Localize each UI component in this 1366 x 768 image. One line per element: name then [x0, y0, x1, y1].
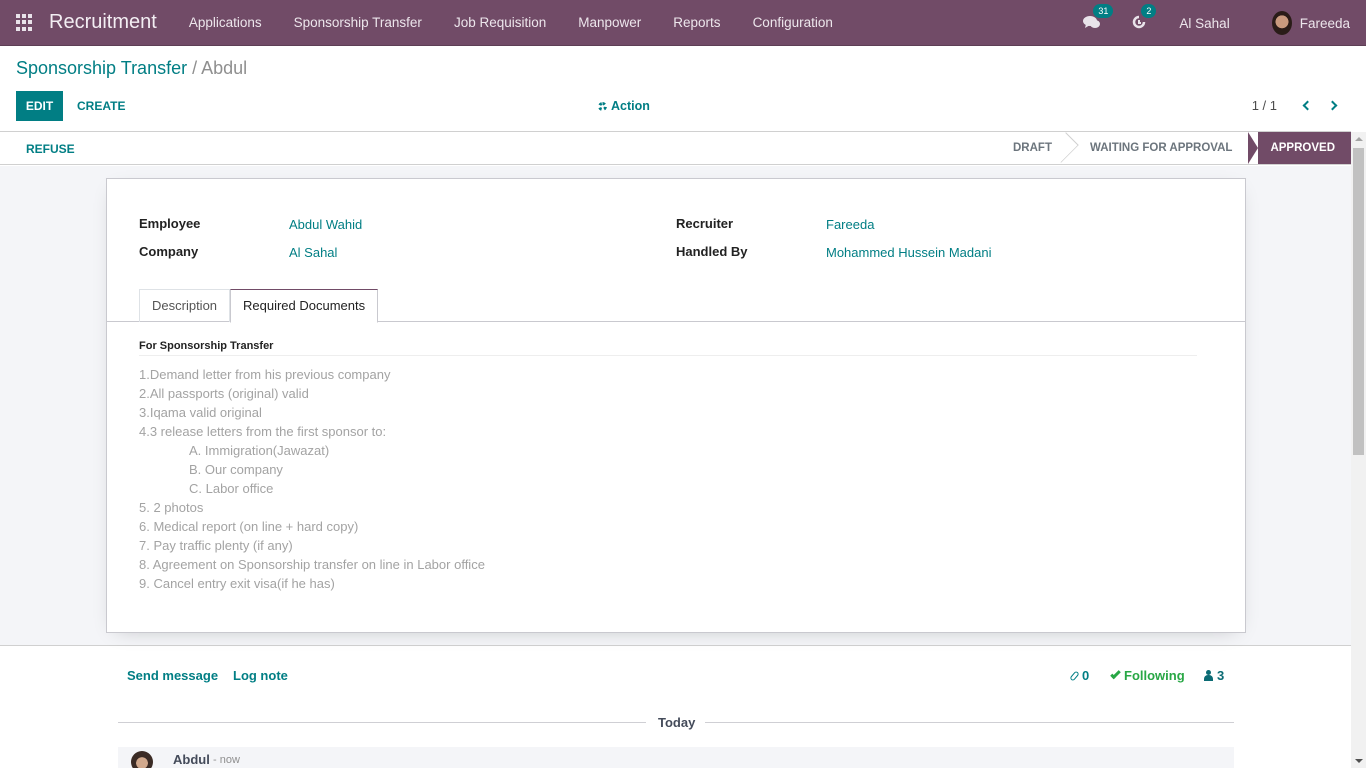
scrollbar-thumb[interactable] — [1353, 148, 1364, 455]
recruiter-field[interactable]: Fareeda — [826, 217, 874, 232]
paperclip-icon — [1069, 670, 1080, 681]
message-item: Abdul - now — [118, 747, 1234, 768]
followers-count: 3 — [1217, 668, 1225, 683]
pager-previous-button[interactable] — [1300, 96, 1314, 114]
document-item: 1.Demand letter from his previous compan… — [139, 367, 391, 382]
chevron-left-icon — [1302, 100, 1313, 111]
handled-by-label: Handled By — [676, 244, 748, 259]
attachments-button[interactable]: 0 — [1069, 668, 1090, 683]
document-item: 6. Medical report (on line + hard copy) — [139, 519, 359, 534]
user-name: Fareeda — [1299, 15, 1350, 31]
breadcrumb-separator: / — [192, 58, 198, 78]
user-avatar — [1271, 11, 1292, 35]
company-label: Company — [139, 244, 199, 259]
refuse-button[interactable]: REFUSE — [26, 142, 75, 156]
company-switcher[interactable]: Al Sahal — [1179, 16, 1229, 31]
scroll-up-arrow-icon[interactable] — [1355, 137, 1363, 141]
document-item: 4.3 release letters from the first spons… — [139, 424, 387, 439]
message-author-avatar[interactable] — [131, 751, 153, 768]
menu-job-requisition[interactable]: Job Requisition — [438, 0, 562, 46]
messages-count-badge: 31 — [1093, 4, 1114, 18]
navbar-systray: 31 2 Al Sahal Fareeda — [1083, 0, 1366, 46]
date-divider-left — [118, 722, 646, 723]
stage-waiting-for-approval[interactable]: WAITING FOR APPROVAL — [1068, 132, 1248, 164]
tab-required-documents[interactable]: Required Documents — [230, 289, 379, 323]
date-divider-right — [705, 722, 1234, 723]
recruiter-label: Recruiter — [676, 216, 734, 231]
messaging-button[interactable]: 31 — [1083, 4, 1114, 32]
company-field[interactable]: Al Sahal — [289, 245, 337, 260]
vertical-scrollbar[interactable] — [1351, 132, 1366, 768]
document-subitem: A. Immigration(Jawazat) — [189, 443, 330, 458]
send-message-button[interactable]: Send message — [127, 668, 218, 683]
attachments-count: 0 — [1082, 668, 1090, 683]
breadcrumb-current: Abdul — [201, 58, 248, 78]
stage-approved[interactable]: APPROVED — [1248, 132, 1351, 164]
user-menu[interactable]: Fareeda — [1271, 11, 1350, 35]
document-item: 8. Agreement on Sponsorship transfer on … — [139, 557, 485, 572]
activities-count-badge: 2 — [1141, 4, 1157, 18]
tab-description[interactable]: Description — [139, 289, 231, 322]
document-subitem: B. Our company — [189, 462, 283, 477]
document-item: 2.All passports (original) valid — [139, 386, 309, 401]
document-item: 5. 2 photos — [139, 500, 204, 515]
top-navbar: Recruitment Applications Sponsorship Tra… — [0, 0, 1366, 46]
edit-button[interactable]: EDIT — [16, 91, 63, 121]
date-separator: Today — [658, 715, 696, 730]
create-button[interactable]: CREATE — [77, 91, 125, 121]
app-name[interactable]: Recruitment — [49, 11, 157, 34]
pager-value[interactable]: 1 / 1 — [1252, 98, 1277, 113]
stage-pipeline: DRAFT WAITING FOR APPROVAL APPROVED — [997, 132, 1351, 164]
document-item: 7. Pay traffic plenty (if any) — [139, 538, 293, 553]
breadcrumb: Sponsorship Transfer / Abdul — [16, 58, 247, 79]
document-subitem: C. Labor office — [189, 481, 274, 496]
check-icon — [1110, 668, 1121, 680]
menu-manpower[interactable]: Manpower — [562, 0, 657, 46]
documents-list: 1.Demand letter from his previous compan… — [139, 365, 485, 593]
documents-title: For Sponsorship Transfer — [139, 340, 274, 352]
employee-field[interactable]: Abdul Wahid — [289, 217, 362, 232]
menu-sponsorship-transfer[interactable]: Sponsorship Transfer — [278, 0, 438, 46]
following-button[interactable]: Following — [1110, 668, 1185, 683]
employee-label: Employee — [139, 216, 201, 231]
menu-configuration[interactable]: Configuration — [737, 0, 849, 46]
menu-reports[interactable]: Reports — [657, 0, 736, 46]
menu-applications[interactable]: Applications — [173, 0, 278, 46]
pager-next-button[interactable] — [1327, 96, 1342, 114]
apps-menu-icon[interactable] — [16, 14, 33, 31]
handled-by-field[interactable]: Mohammed Hussein Madani — [826, 245, 991, 260]
user-icon — [1204, 670, 1213, 681]
message-time: - now — [213, 754, 240, 766]
action-label: Action — [611, 99, 650, 113]
gear-icon — [598, 101, 607, 111]
stage-draft[interactable]: DRAFT — [997, 132, 1068, 164]
breadcrumb-parent[interactable]: Sponsorship Transfer — [16, 58, 187, 78]
log-note-button[interactable]: Log note — [233, 668, 288, 683]
chevron-right-icon — [1327, 100, 1338, 111]
document-item: 9. Cancel entry exit visa(if he has) — [139, 576, 335, 591]
documents-divider — [139, 355, 1197, 356]
followers-button[interactable]: 3 — [1204, 668, 1224, 683]
form-sheet: Employee Abdul Wahid Company Al Sahal Re… — [106, 178, 1246, 633]
status-bar: REFUSE DRAFT WAITING FOR APPROVAL APPROV… — [0, 131, 1351, 165]
activities-button[interactable]: 2 — [1131, 4, 1157, 32]
scroll-down-arrow-icon[interactable] — [1355, 759, 1363, 763]
following-label: Following — [1124, 668, 1185, 683]
notebook-tabs: Description Required Documents — [107, 289, 1245, 323]
action-dropdown[interactable]: Action — [598, 99, 650, 113]
message-author[interactable]: Abdul — [173, 752, 210, 767]
document-item: 3.Iqama valid original — [139, 405, 262, 420]
